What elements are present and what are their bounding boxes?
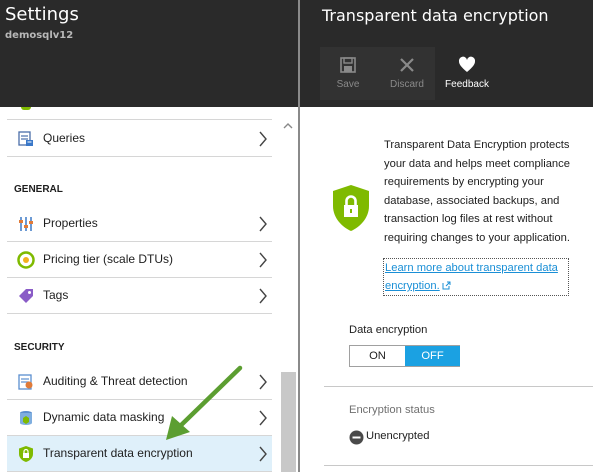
menu-item-label: Properties bbox=[43, 216, 98, 230]
chevron-right-icon bbox=[259, 374, 267, 390]
menu-item-pricing-tier[interactable]: Pricing tier (scale DTUs) bbox=[7, 242, 272, 278]
section-security: SECURITY bbox=[14, 342, 65, 353]
menu-item-auditing[interactable]: Auditing & Threat detection bbox=[7, 364, 272, 400]
shield-lock-icon bbox=[19, 446, 33, 462]
close-icon bbox=[400, 58, 414, 72]
menu-item-label: Pricing tier (scale DTUs) bbox=[43, 252, 174, 266]
menu-item-tags[interactable]: Tags bbox=[7, 278, 272, 314]
divider bbox=[324, 386, 593, 387]
chevron-right-icon bbox=[259, 131, 267, 147]
menu-item-partial bbox=[7, 107, 272, 120]
menu-item-label: Auditing & Threat detection bbox=[43, 374, 188, 388]
tde-shield-icon bbox=[333, 185, 369, 231]
toggle-off-option[interactable]: OFF bbox=[405, 346, 460, 366]
chevron-right-icon bbox=[259, 410, 267, 426]
settings-blade-title: Settings bbox=[5, 4, 79, 25]
heart-icon bbox=[458, 56, 476, 72]
menu-item-data-masking[interactable]: Dynamic data masking bbox=[7, 400, 272, 436]
settings-blade-subtitle: demosqlv12 bbox=[5, 30, 74, 41]
scroll-up-icon[interactable] bbox=[283, 121, 293, 131]
menu-item-label: Tags bbox=[43, 288, 69, 302]
settings-menu-list: Queries GENERAL Properties Pricing tier … bbox=[0, 107, 279, 472]
save-icon bbox=[340, 57, 356, 73]
pricing-tier-icon bbox=[17, 251, 35, 269]
learn-more-link[interactable]: Learn more about transparent data encryp… bbox=[383, 258, 569, 296]
menu-item-label: Dynamic data masking bbox=[43, 410, 165, 424]
discard-button[interactable]: Discard bbox=[379, 50, 435, 100]
scrollbar-thumb[interactable] bbox=[281, 372, 296, 472]
properties-icon bbox=[19, 217, 33, 231]
data-masking-icon bbox=[20, 411, 32, 425]
tde-blade-header: Transparent data encryption Save Discard… bbox=[300, 0, 593, 107]
auditing-icon bbox=[18, 374, 33, 390]
minus-circle-icon bbox=[349, 430, 364, 445]
menu-item-transparent-data-encryption[interactable]: Transparent data encryption bbox=[7, 436, 272, 472]
data-encryption-label: Data encryption bbox=[349, 324, 428, 336]
divider bbox=[324, 465, 593, 466]
chevron-right-icon bbox=[259, 446, 267, 462]
settings-scrollbar[interactable] bbox=[279, 107, 298, 472]
settings-blade-header: Settings demosqlv12 bbox=[0, 0, 298, 107]
feedback-button[interactable]: Feedback bbox=[439, 50, 495, 100]
save-button[interactable]: Save bbox=[320, 50, 376, 100]
tde-blade: Transparent data encryption Save Discard… bbox=[300, 0, 593, 472]
chevron-right-icon bbox=[259, 288, 267, 304]
feedback-label: Feedback bbox=[445, 79, 489, 90]
chevron-right-icon bbox=[259, 216, 267, 232]
discard-label: Discard bbox=[390, 79, 424, 90]
menu-item-label: Transparent data encryption bbox=[43, 446, 193, 460]
queries-icon bbox=[18, 131, 33, 146]
menu-item-label: Queries bbox=[43, 131, 86, 145]
encryption-status-value: Unencrypted bbox=[366, 430, 430, 442]
menu-item-properties[interactable]: Properties bbox=[7, 206, 272, 242]
section-general: GENERAL bbox=[14, 184, 63, 195]
learn-more-text: Learn more about transparent data encryp… bbox=[385, 262, 558, 292]
tde-description: Transparent Data Encryption protects you… bbox=[384, 139, 570, 244]
tde-blade-title: Transparent data encryption bbox=[322, 6, 549, 25]
save-label: Save bbox=[336, 79, 360, 90]
settings-menu: Queries GENERAL Properties Pricing tier … bbox=[0, 107, 298, 472]
encryption-status-label: Encryption status bbox=[349, 404, 435, 416]
menu-item-queries[interactable]: Queries bbox=[7, 121, 272, 157]
partial-icon bbox=[21, 107, 31, 110]
tag-icon bbox=[19, 289, 33, 303]
settings-blade: Settings demosqlv12 Queries GENERAL Prop… bbox=[0, 0, 298, 472]
data-encryption-toggle[interactable]: ON OFF bbox=[349, 345, 460, 367]
toggle-on-option[interactable]: ON bbox=[350, 346, 405, 366]
external-link-icon bbox=[442, 281, 451, 290]
chevron-right-icon bbox=[259, 252, 267, 268]
